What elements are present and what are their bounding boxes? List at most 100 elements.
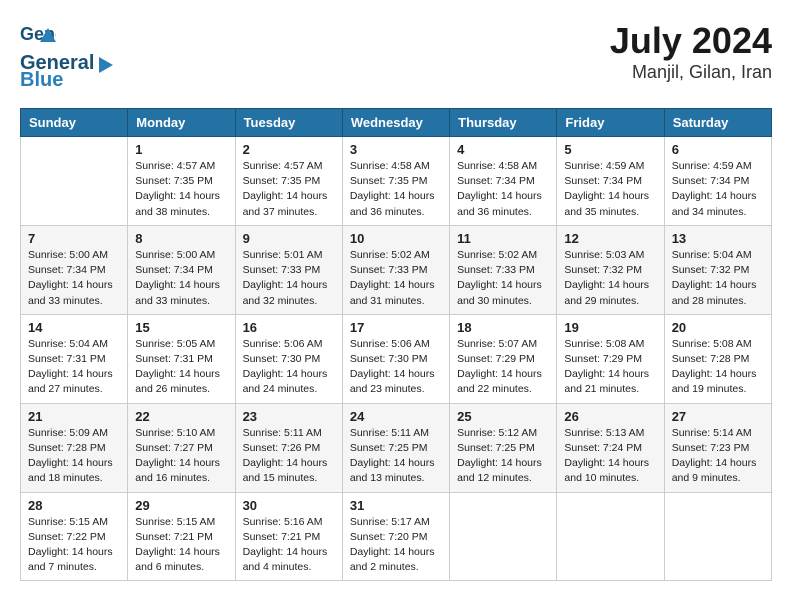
- day-info: Sunrise: 4:58 AM Sunset: 7:35 PM Dayligh…: [350, 159, 442, 220]
- calendar-header-thursday: Thursday: [450, 109, 557, 137]
- calendar-cell: 3 Sunrise: 4:58 AM Sunset: 7:35 PM Daylig…: [342, 137, 449, 226]
- calendar-cell: 28 Sunrise: 5:15 AM Sunset: 7:22 PM Dayli…: [21, 492, 128, 581]
- day-number: 18: [457, 320, 549, 335]
- calendar-header-row: SundayMondayTuesdayWednesdayThursdayFrid…: [21, 109, 772, 137]
- day-number: 30: [243, 498, 335, 513]
- calendar-cell: 18Sunrise: 5:07 AM Sunset: 7:29 PM Dayli…: [450, 314, 557, 403]
- day-number: 20: [672, 320, 764, 335]
- day-number: 5: [564, 142, 656, 157]
- day-info: Sunrise: 5:15 AM Sunset: 7:21 PM Dayligh…: [135, 515, 227, 576]
- day-info: Sunrise: 5:15 AM Sunset: 7:22 PM Dayligh…: [28, 515, 120, 576]
- day-number: 2: [243, 142, 335, 157]
- calendar-cell: [557, 492, 664, 581]
- calendar-cell: [664, 492, 771, 581]
- day-number: 9: [243, 231, 335, 246]
- calendar-cell: 31 Sunrise: 5:17 AM Sunset: 7:20 PM Dayli…: [342, 492, 449, 581]
- day-number: 24: [350, 409, 442, 424]
- day-info: Sunrise: 5:05 AM Sunset: 7:31 PM Dayligh…: [135, 337, 227, 398]
- day-info: Sunrise: 5:16 AM Sunset: 7:21 PM Dayligh…: [243, 515, 335, 576]
- day-info: Sunrise: 5:02 AM Sunset: 7:33 PM Dayligh…: [350, 248, 442, 309]
- day-info: Sunrise: 5:10 AM Sunset: 7:27 PM Dayligh…: [135, 426, 227, 487]
- day-number: 8: [135, 231, 227, 246]
- day-number: 25: [457, 409, 549, 424]
- calendar-cell: 25 Sunrise: 5:12 AM Sunset: 7:25 PM Dayli…: [450, 403, 557, 492]
- day-info: Sunrise: 5:03 AM Sunset: 7:32 PM Dayligh…: [564, 248, 656, 309]
- calendar-cell: 10 Sunrise: 5:02 AM Sunset: 7:33 PM Dayli…: [342, 225, 449, 314]
- day-info: Sunrise: 5:01 AM Sunset: 7:33 PM Dayligh…: [243, 248, 335, 309]
- calendar-cell: 7 Sunrise: 5:00 AM Sunset: 7:34 PM Daylig…: [21, 225, 128, 314]
- calendar-cell: 8 Sunrise: 5:00 AM Sunset: 7:34 PM Daylig…: [128, 225, 235, 314]
- day-number: 13: [672, 231, 764, 246]
- calendar-cell: [450, 492, 557, 581]
- day-info: Sunrise: 5:06 AM Sunset: 7:30 PM Dayligh…: [350, 337, 442, 398]
- title-block: July 2024 Manjil, Gilan, Iran: [610, 20, 772, 83]
- day-info: Sunrise: 5:06 AM Sunset: 7:30 PM Dayligh…: [243, 337, 335, 398]
- calendar-cell: 11 Sunrise: 5:02 AM Sunset: 7:33 PM Dayli…: [450, 225, 557, 314]
- calendar-cell: 19 Sunrise: 5:08 AM Sunset: 7:29 PM Dayli…: [557, 314, 664, 403]
- day-info: Sunrise: 5:09 AM Sunset: 7:28 PM Dayligh…: [28, 426, 120, 487]
- day-info: Sunrise: 4:59 AM Sunset: 7:34 PM Dayligh…: [564, 159, 656, 220]
- day-info: Sunrise: 5:17 AM Sunset: 7:20 PM Dayligh…: [350, 515, 442, 576]
- day-number: 31: [350, 498, 442, 513]
- day-number: 10: [350, 231, 442, 246]
- calendar-cell: 5 Sunrise: 4:59 AM Sunset: 7:34 PM Daylig…: [557, 137, 664, 226]
- calendar-header-monday: Monday: [128, 109, 235, 137]
- calendar-week-1: 1 Sunrise: 4:57 AM Sunset: 7:35 PM Daylig…: [21, 137, 772, 226]
- day-info: Sunrise: 4:57 AM Sunset: 7:35 PM Dayligh…: [243, 159, 335, 220]
- day-number: 3: [350, 142, 442, 157]
- day-number: 29: [135, 498, 227, 513]
- calendar-cell: 24Sunrise: 5:11 AM Sunset: 7:25 PM Dayli…: [342, 403, 449, 492]
- calendar-cell: 22Sunrise: 5:10 AM Sunset: 7:27 PM Dayli…: [128, 403, 235, 492]
- page-title: July 2024: [610, 20, 772, 62]
- calendar-header-saturday: Saturday: [664, 109, 771, 137]
- day-info: Sunrise: 5:08 AM Sunset: 7:29 PM Dayligh…: [564, 337, 656, 398]
- day-info: Sunrise: 5:08 AM Sunset: 7:28 PM Dayligh…: [672, 337, 764, 398]
- calendar-cell: 17 Sunrise: 5:06 AM Sunset: 7:30 PM Dayli…: [342, 314, 449, 403]
- day-info: Sunrise: 5:13 AM Sunset: 7:24 PM Dayligh…: [564, 426, 656, 487]
- page-subtitle: Manjil, Gilan, Iran: [610, 62, 772, 83]
- day-info: Sunrise: 5:02 AM Sunset: 7:33 PM Dayligh…: [457, 248, 549, 309]
- calendar-cell: 12Sunrise: 5:03 AM Sunset: 7:32 PM Dayli…: [557, 225, 664, 314]
- calendar-week-4: 21 Sunrise: 5:09 AM Sunset: 7:28 PM Dayli…: [21, 403, 772, 492]
- calendar-table: SundayMondayTuesdayWednesdayThursdayFrid…: [20, 108, 772, 581]
- day-number: 4: [457, 142, 549, 157]
- calendar-header-wednesday: Wednesday: [342, 109, 449, 137]
- day-number: 28: [28, 498, 120, 513]
- calendar-cell: 21 Sunrise: 5:09 AM Sunset: 7:28 PM Dayli…: [21, 403, 128, 492]
- calendar-week-2: 7 Sunrise: 5:00 AM Sunset: 7:34 PM Daylig…: [21, 225, 772, 314]
- calendar-header-tuesday: Tuesday: [235, 109, 342, 137]
- logo-text-blue: Blue: [20, 69, 63, 92]
- day-number: 26: [564, 409, 656, 424]
- day-info: Sunrise: 5:04 AM Sunset: 7:31 PM Dayligh…: [28, 337, 120, 398]
- day-number: 19: [564, 320, 656, 335]
- calendar-header-sunday: Sunday: [21, 109, 128, 137]
- day-number: 14: [28, 320, 120, 335]
- day-number: 27: [672, 409, 764, 424]
- calendar-cell: 13Sunrise: 5:04 AM Sunset: 7:32 PM Dayli…: [664, 225, 771, 314]
- day-number: 21: [28, 409, 120, 424]
- day-number: 1: [135, 142, 227, 157]
- calendar-cell: 9 Sunrise: 5:01 AM Sunset: 7:33 PM Daylig…: [235, 225, 342, 314]
- logo-icon: General: [20, 20, 56, 56]
- calendar-header-friday: Friday: [557, 109, 664, 137]
- day-number: 23: [243, 409, 335, 424]
- day-info: Sunrise: 4:58 AM Sunset: 7:34 PM Dayligh…: [457, 159, 549, 220]
- day-info: Sunrise: 5:12 AM Sunset: 7:25 PM Dayligh…: [457, 426, 549, 487]
- day-number: 17: [350, 320, 442, 335]
- day-number: 11: [457, 231, 549, 246]
- day-info: Sunrise: 5:00 AM Sunset: 7:34 PM Dayligh…: [28, 248, 120, 309]
- day-info: Sunrise: 4:57 AM Sunset: 7:35 PM Dayligh…: [135, 159, 227, 220]
- calendar-cell: 23Sunrise: 5:11 AM Sunset: 7:26 PM Dayli…: [235, 403, 342, 492]
- day-info: Sunrise: 5:00 AM Sunset: 7:34 PM Dayligh…: [135, 248, 227, 309]
- day-number: 7: [28, 231, 120, 246]
- logo-triangle-icon: [95, 55, 113, 73]
- calendar-cell: 26 Sunrise: 5:13 AM Sunset: 7:24 PM Dayli…: [557, 403, 664, 492]
- calendar-cell: 4 Sunrise: 4:58 AM Sunset: 7:34 PM Daylig…: [450, 137, 557, 226]
- day-number: 16: [243, 320, 335, 335]
- day-number: 15: [135, 320, 227, 335]
- day-info: Sunrise: 4:59 AM Sunset: 7:34 PM Dayligh…: [672, 159, 764, 220]
- calendar-cell: 2 Sunrise: 4:57 AM Sunset: 7:35 PM Daylig…: [235, 137, 342, 226]
- calendar-week-5: 28 Sunrise: 5:15 AM Sunset: 7:22 PM Dayli…: [21, 492, 772, 581]
- calendar-cell: 20 Sunrise: 5:08 AM Sunset: 7:28 PM Dayli…: [664, 314, 771, 403]
- calendar-cell: 15 Sunrise: 5:05 AM Sunset: 7:31 PM Dayli…: [128, 314, 235, 403]
